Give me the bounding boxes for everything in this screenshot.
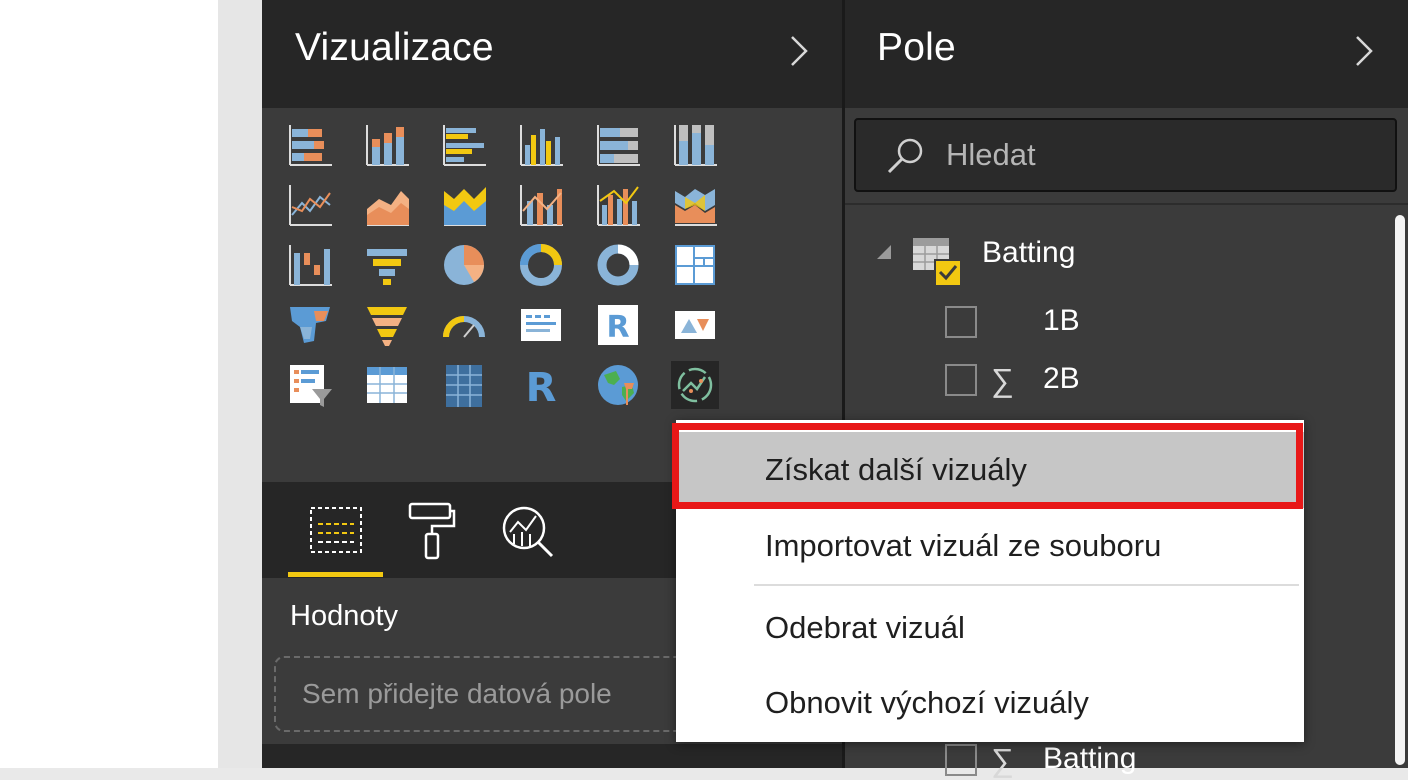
menu-separator [754, 584, 1299, 586]
treemap-donut-icon[interactable] [594, 241, 642, 289]
table-icon[interactable] [363, 361, 411, 409]
waterfall-chart-icon[interactable] [286, 241, 334, 289]
100-stacked-column-chart-icon[interactable] [671, 121, 719, 169]
fields-title: Pole [877, 26, 956, 69]
line-and-clustered-column-chart-icon[interactable] [594, 181, 642, 229]
field-checkbox[interactable] [945, 744, 977, 776]
canvas-gutter [218, 0, 262, 768]
field-name: Batting [1043, 742, 1137, 775]
highlight-frame [672, 423, 1303, 509]
line-and-stacked-column-chart-icon[interactable] [517, 181, 565, 229]
funnel-chart-icon[interactable] [363, 241, 411, 289]
active-tab-indicator [288, 572, 383, 577]
ribbon-chart-icon[interactable] [671, 181, 719, 229]
pie-chart-icon[interactable] [440, 241, 488, 289]
fields-scrollbar-thumb[interactable] [1395, 215, 1405, 765]
matrix-icon[interactable] [440, 361, 488, 409]
collapse-visualizations-chevron-icon[interactable] [788, 34, 812, 68]
field-name: 1B [1043, 304, 1080, 337]
donut-chart-icon[interactable] [517, 241, 565, 289]
format-tab-icon[interactable] [402, 500, 462, 562]
treemap-icon[interactable] [671, 241, 719, 289]
menu-item-remove-visual[interactable]: Odebrat vizuál [676, 590, 1304, 666]
field-checkbox[interactable] [945, 306, 977, 338]
slicer-icon[interactable] [286, 361, 334, 409]
kpi-icon[interactable] [671, 301, 719, 349]
menu-item-import-visual-from-file[interactable]: Importovat vizuál ze souboru [676, 508, 1304, 584]
r-script-visual-icon[interactable]: R [594, 301, 642, 349]
stacked-area-chart-icon[interactable] [440, 181, 488, 229]
table-name-batting[interactable]: Batting [982, 236, 1075, 270]
filled-map-icon[interactable] [286, 301, 334, 349]
line-chart-icon[interactable] [286, 181, 334, 229]
field-checkbox[interactable] [945, 364, 977, 396]
globe-map-icon[interactable] [594, 361, 642, 409]
menu-item-label: Importovat vizuál ze souboru [765, 528, 1162, 563]
stacked-bar-chart-icon[interactable] [286, 121, 334, 169]
visualizations-footer [262, 744, 842, 768]
sigma-icon: ∑ [991, 362, 1014, 398]
funnel-icon[interactable] [363, 301, 411, 349]
clustered-bar-chart-icon[interactable] [440, 121, 488, 169]
area-chart-icon[interactable] [363, 181, 411, 229]
stacked-column-chart-icon[interactable] [363, 121, 411, 169]
values-section-title: Hodnoty [290, 600, 399, 632]
analytics-tab-icon[interactable] [498, 500, 558, 562]
report-canvas[interactable] [0, 0, 218, 768]
fields-header: Pole [845, 0, 1408, 108]
r-visual-icon[interactable]: R [517, 361, 565, 409]
expand-triangle-icon[interactable] [875, 243, 893, 261]
visualizations-title: Vizualizace [295, 26, 494, 69]
svg-text:R: R [606, 310, 629, 345]
clustered-column-chart-icon[interactable] [517, 121, 565, 169]
menu-item-label: Odebrat vizuál [765, 610, 965, 645]
table-checked-icon [913, 238, 962, 287]
custom-visual-icon[interactable] [671, 361, 719, 409]
menu-item-label: Obnovit výchozí vizuály [765, 685, 1089, 720]
visualizations-header: Vizualizace [262, 0, 842, 108]
card-icon[interactable] [517, 301, 565, 349]
gauge-icon[interactable] [440, 301, 488, 349]
svg-text:R: R [526, 365, 557, 409]
sigma-icon: ∑ [991, 742, 1014, 778]
collapse-fields-chevron-icon[interactable] [1353, 34, 1377, 68]
fields-search-box[interactable] [854, 118, 1397, 192]
100-stacked-bar-chart-icon[interactable] [594, 121, 642, 169]
menu-item-restore-default-visuals[interactable]: Obnovit výchozí vizuály [676, 665, 1304, 741]
fields-separator [845, 203, 1408, 205]
search-input[interactable] [946, 130, 1366, 180]
field-name: 2B [1043, 362, 1080, 395]
drop-zone-placeholder: Sem přidejte datová pole [302, 678, 612, 709]
search-icon [887, 138, 923, 174]
fields-tab-icon[interactable] [306, 500, 366, 562]
